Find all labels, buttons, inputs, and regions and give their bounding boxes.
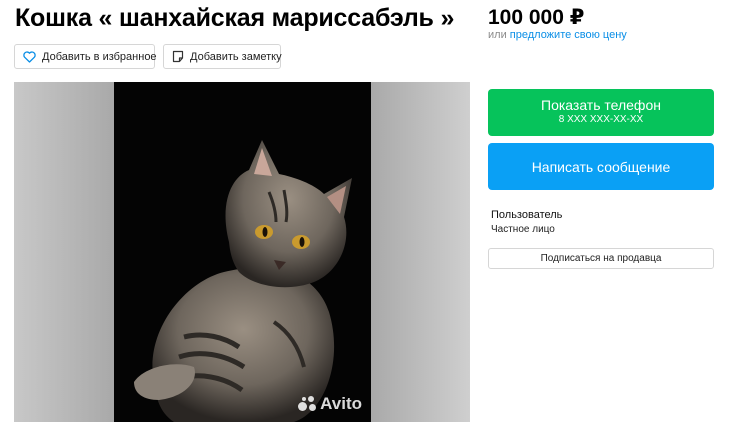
watermark-text: Avito bbox=[320, 394, 362, 413]
subscribe-seller-button[interactable]: Подписаться на продавца bbox=[488, 248, 714, 269]
show-phone-label: Показать телефон bbox=[541, 97, 661, 113]
photo-gallery[interactable]: Avito bbox=[14, 82, 470, 422]
add-to-favorites-label: Добавить в избранное bbox=[42, 50, 157, 63]
heart-icon bbox=[23, 50, 36, 64]
cat-photo[interactable]: Avito bbox=[114, 82, 371, 422]
subscribe-seller-label: Подписаться на продавца bbox=[540, 253, 662, 264]
add-note-label: Добавить заметку bbox=[190, 50, 282, 63]
seller-name[interactable]: Пользователь bbox=[491, 209, 562, 221]
gallery-blur-right bbox=[370, 82, 470, 422]
price-or-text: или bbox=[488, 29, 507, 41]
price-offer-line: или предложите свою цену bbox=[488, 29, 627, 41]
show-phone-button[interactable]: Показать телефон 8 XXX XXX-XX-XX bbox=[488, 89, 714, 136]
avito-logo-icon bbox=[298, 396, 318, 412]
phone-mask: 8 XXX XXX-XX-XX bbox=[558, 114, 644, 125]
add-to-favorites-button[interactable]: Добавить в избранное bbox=[14, 44, 157, 69]
seller-type: Частное лицо bbox=[491, 224, 555, 235]
avito-watermark: Avito bbox=[298, 394, 362, 414]
add-note-button[interactable]: Добавить заметку bbox=[163, 44, 282, 69]
price: 100 000 ₽ bbox=[488, 6, 585, 29]
write-message-button[interactable]: Написать сообщение bbox=[488, 143, 714, 190]
cat-illustration bbox=[114, 82, 371, 422]
note-icon bbox=[172, 50, 184, 64]
gallery-blur-left bbox=[14, 82, 114, 422]
listing-title: Кошка « шанхайская мариссабэль » bbox=[15, 4, 455, 32]
offer-price-link[interactable]: предложите свою цену bbox=[510, 29, 627, 41]
write-message-label: Написать сообщение bbox=[531, 158, 671, 175]
